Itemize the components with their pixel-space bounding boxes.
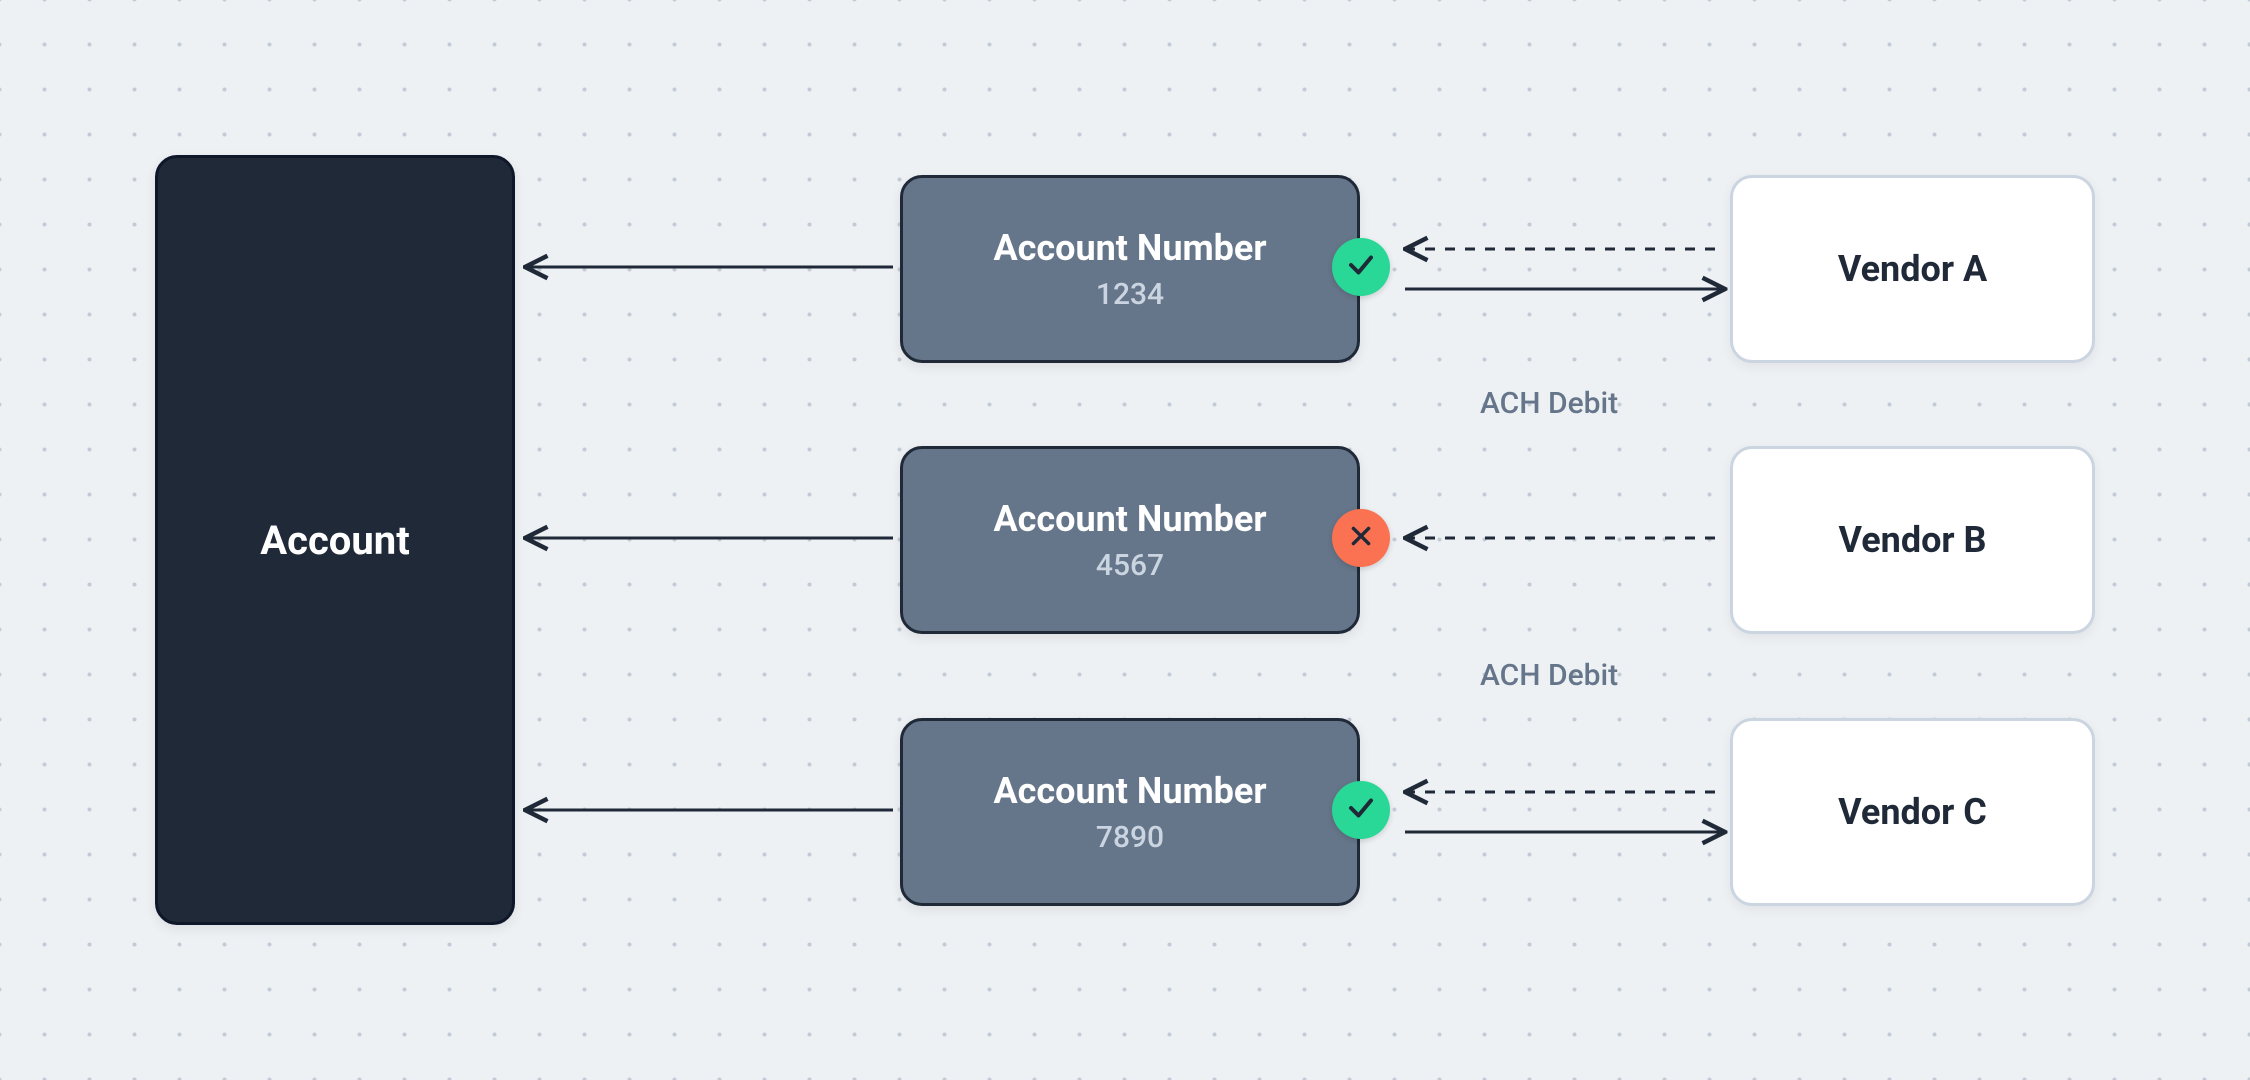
account-number-title: Account Number [993, 227, 1266, 269]
vendor-node-b: Vendor B [1730, 446, 2095, 634]
status-badge-approved [1332, 238, 1390, 296]
account-number-title: Account Number [993, 498, 1266, 540]
close-icon [1348, 523, 1374, 553]
account-number-node-2: Account Number 4567 [900, 446, 1360, 634]
vendor-node-c: Vendor C [1730, 718, 2095, 906]
account-number-title: Account Number [993, 770, 1266, 812]
account-number-value: 1234 [1096, 277, 1164, 312]
account-label: Account [260, 517, 410, 564]
account-number-node-1: Account Number 1234 [900, 175, 1360, 363]
check-icon [1346, 793, 1376, 827]
vendor-label: Vendor A [1838, 248, 1987, 290]
vendor-label: Vendor C [1838, 791, 1987, 833]
status-badge-approved [1332, 781, 1390, 839]
vendor-label: Vendor B [1838, 519, 1986, 561]
link-label-ach-debit: ACH Debit [1480, 658, 1618, 693]
account-number-value: 7890 [1096, 820, 1164, 855]
account-number-node-3: Account Number 7890 [900, 718, 1360, 906]
vendor-node-a: Vendor A [1730, 175, 2095, 363]
account-number-value: 4567 [1096, 548, 1164, 583]
check-icon [1346, 250, 1376, 284]
account-node: Account [155, 155, 515, 925]
status-badge-rejected [1332, 509, 1390, 567]
link-label-ach-debit: ACH Debit [1480, 386, 1618, 421]
diagram-canvas: Account Account Number 1234 Account Numb… [0, 0, 2250, 1080]
